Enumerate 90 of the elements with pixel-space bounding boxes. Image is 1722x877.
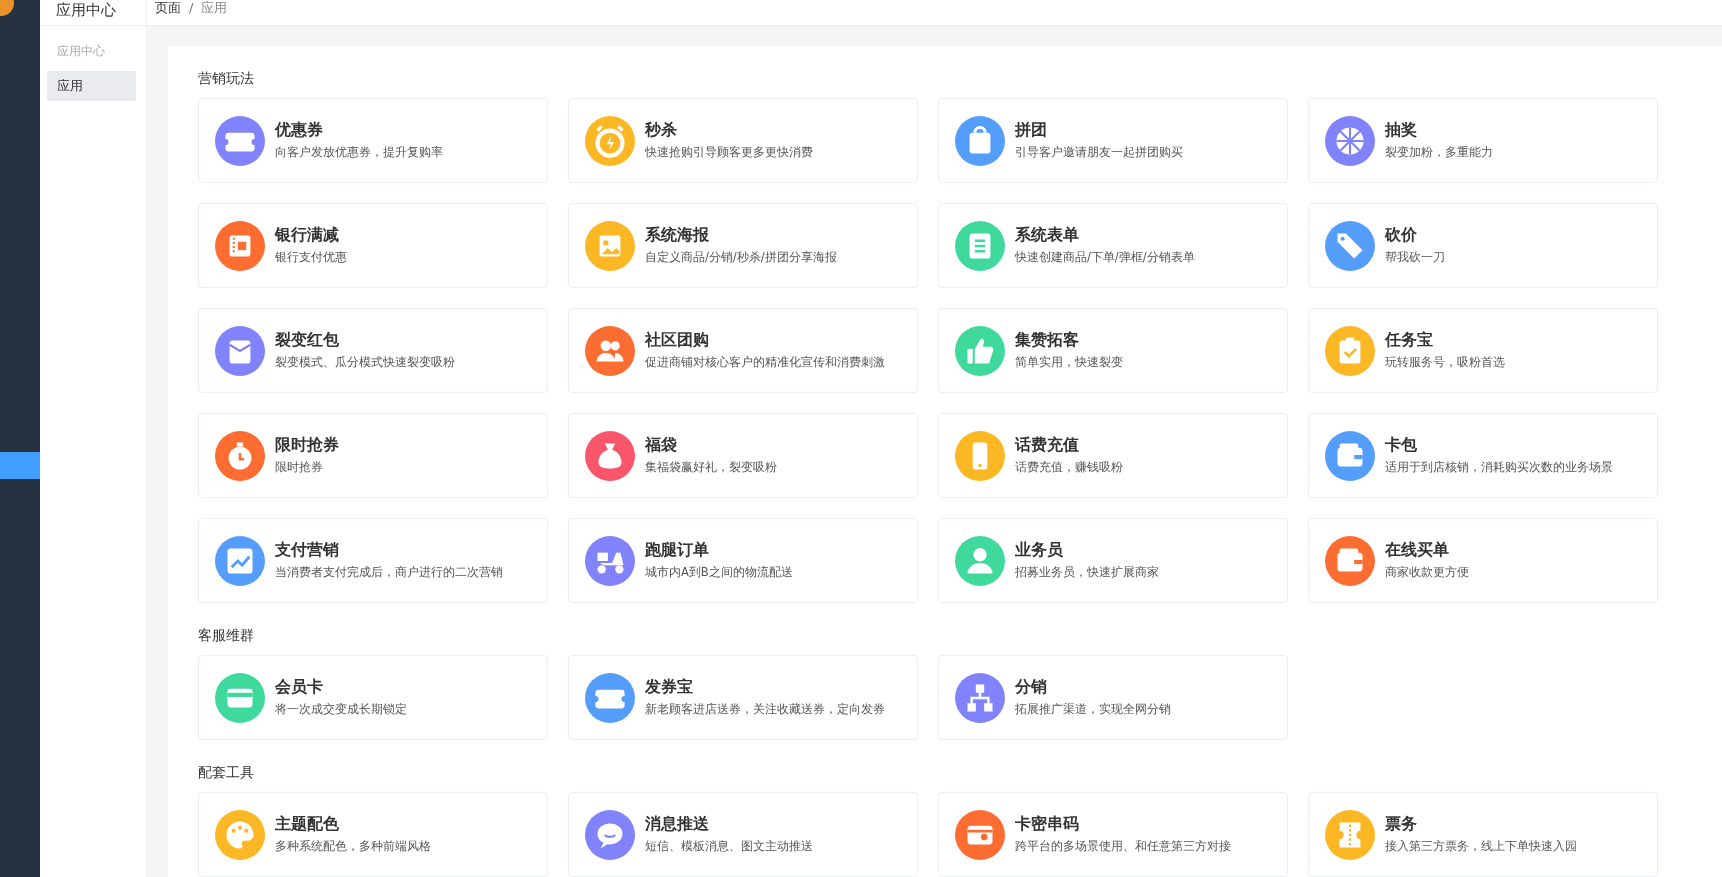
app-card[interactable]: 业务员 招募业务员，快速扩展商家 xyxy=(938,518,1288,603)
app-title: 抽奖 xyxy=(1385,119,1418,140)
app-title: 卡包 xyxy=(1385,434,1418,455)
section-heading: 配套工具 xyxy=(198,763,255,782)
app-description: 帮我砍一刀 xyxy=(1385,248,1445,266)
app-title: 任务宝 xyxy=(1385,329,1434,350)
app-title: 砍价 xyxy=(1385,224,1418,245)
app-card[interactable]: 主题配色 多种系统配色，多种前端风格 xyxy=(198,792,548,877)
app-description: 玩转服务号，吸粉首选 xyxy=(1385,353,1505,371)
app-card[interactable]: 社区团购 促进商铺对核心客户的精准化宣传和消费刺激 xyxy=(568,308,918,393)
app-title: 支付营销 xyxy=(275,539,340,560)
app-title: 拼团 xyxy=(1015,119,1048,140)
app-description: 拓展推广渠道，实现全网分销 xyxy=(1015,700,1171,718)
app-description: 话费充值，赚钱吸粉 xyxy=(1015,458,1123,476)
app-description: 自定义商品/分销/秒杀/拼团分享海报 xyxy=(645,248,837,266)
sidebar-heading: 应用中心 xyxy=(56,43,106,60)
app-description: 向客户发放优惠券，提升复购率 xyxy=(275,143,443,161)
app-title: 业务员 xyxy=(1015,539,1064,560)
app-description: 限时抢券 xyxy=(275,458,324,476)
app-title: 主题配色 xyxy=(275,813,340,834)
app-card[interactable]: 系统海报 自定义商品/分销/秒杀/拼团分享海报 xyxy=(568,203,918,288)
app-title: 卡密串码 xyxy=(1015,813,1080,834)
app-card[interactable]: 拼团 引导客户邀请朋友一起拼团购买 xyxy=(938,98,1288,183)
app-title: 限时抢券 xyxy=(275,434,339,455)
app-title: 系统海报 xyxy=(645,224,710,245)
app-card[interactable]: 卡密串码 跨平台的多场景使用、和任意第三方对接 xyxy=(938,792,1288,877)
app-title: 裂变红包 xyxy=(275,329,340,350)
app-card[interactable]: 分销 拓展推广渠道，实现全网分销 xyxy=(938,655,1288,740)
app-card[interactable]: 会员卡 将一次成交变成长期锁定 xyxy=(198,655,548,740)
app-card[interactable]: 话费充值 话费充值，赚钱吸粉 xyxy=(938,413,1288,498)
app-title: 秒杀 xyxy=(645,119,678,140)
app-card[interactable]: 优惠券 向客户发放优惠券，提升复购率 xyxy=(198,98,548,183)
app-description: 短信、模板消息、图文主动推送 xyxy=(645,837,813,855)
breadcrumb-separator: / xyxy=(189,0,194,15)
app-description: 适用于到店核销，消耗购买次数的业务场景 xyxy=(1385,458,1613,476)
app-title: 优惠券 xyxy=(275,119,324,140)
app-card[interactable]: 秒杀 快速抢购引导顾客更多更快消费 xyxy=(568,98,918,183)
app-card[interactable]: 任务宝 玩转服务号，吸粉首选 xyxy=(1308,308,1658,393)
sidebar-title: 应用中心 xyxy=(40,0,146,26)
app-description: 简单实用，快速裂变 xyxy=(1015,353,1123,371)
app-card[interactable]: 在线买单 商家收款更方便 xyxy=(1308,518,1658,603)
app-title: 分销 xyxy=(1015,676,1048,697)
app-title: 集赞拓客 xyxy=(1015,329,1080,350)
app-description: 引导客户邀请朋友一起拼团购买 xyxy=(1015,143,1183,161)
app-description: 城市内A到B之间的物流配送 xyxy=(645,563,793,581)
app-card[interactable]: 消息推送 短信、模板消息、图文主动推送 xyxy=(568,792,918,877)
app-title: 消息推送 xyxy=(645,813,710,834)
app-description: 促进商铺对核心客户的精准化宣传和消费刺激 xyxy=(645,353,885,371)
app-card[interactable]: 砍价 帮我砍一刀 xyxy=(1308,203,1658,288)
breadcrumb-link[interactable]: 应用 xyxy=(201,0,228,15)
app-card[interactable]: 抽奖 裂变加粉，多重能力 xyxy=(1308,98,1658,183)
app-card[interactable]: 集赞拓客 简单实用，快速裂变 xyxy=(938,308,1288,393)
app-description: 跨平台的多场景使用、和任意第三方对接 xyxy=(1015,837,1231,855)
app-card[interactable]: 发券宝 新老顾客进店送券，关注收藏送券，定向发券 xyxy=(568,655,918,740)
section-heading: 营销玩法 xyxy=(198,69,255,88)
app-description: 多种系统配色，多种前端风格 xyxy=(275,837,431,855)
app-description: 商家收款更方便 xyxy=(1385,563,1469,581)
section-heading: 客服维群 xyxy=(198,626,255,645)
app-title: 福袋 xyxy=(645,434,678,455)
app-title: 银行满减 xyxy=(275,224,340,245)
app-card[interactable]: 支付营销 当消费者支付完成后，商户进行的二次营销 xyxy=(198,518,548,603)
app-description: 当消费者支付完成后，商户进行的二次营销 xyxy=(275,563,503,581)
app-description: 接入第三方票务，线上下单快速入园 xyxy=(1385,837,1577,855)
app-card[interactable]: 裂变红包 裂变模式、瓜分模式快速裂变吸粉 xyxy=(198,308,548,393)
sidebar-item[interactable]: 应用 xyxy=(47,71,136,101)
app-title: 在线买单 xyxy=(1385,539,1450,560)
app-description: 集福袋赢好礼，裂变吸粉 xyxy=(645,458,777,476)
app-title: 会员卡 xyxy=(275,676,324,697)
app-card[interactable]: 票务 接入第三方票务，线上下单快速入园 xyxy=(1308,792,1658,877)
app-card[interactable]: 限时抢券 限时抢券 xyxy=(198,413,548,498)
app-description: 银行支付优惠 xyxy=(275,248,347,266)
app-description: 裂变模式、瓜分模式快速裂变吸粉 xyxy=(275,353,455,371)
app-description: 新老顾客进店送券，关注收藏送券，定向发券 xyxy=(645,700,885,718)
app-card[interactable]: 银行满减 银行支付优惠 xyxy=(198,203,548,288)
app-title: 社区团购 xyxy=(645,329,710,350)
app-card[interactable]: 福袋 集福袋赢好礼，裂变吸粉 xyxy=(568,413,918,498)
app-title: 话费充值 xyxy=(1015,434,1080,455)
app-title: 跑腿订单 xyxy=(645,539,710,560)
app-description: 招募业务员，快速扩展商家 xyxy=(1015,563,1159,581)
app-card[interactable]: 卡包 适用于到店核销，消耗购买次数的业务场景 xyxy=(1308,413,1658,498)
app-card[interactable]: 系统表单 快速创建商品/下单/弹框/分销表单 xyxy=(938,203,1288,288)
app-description: 裂变加粉，多重能力 xyxy=(1385,143,1493,161)
app-description: 快速创建商品/下单/弹框/分销表单 xyxy=(1015,248,1195,266)
app-title: 发券宝 xyxy=(645,676,694,697)
app-description: 将一次成交变成长期锁定 xyxy=(275,700,407,718)
breadcrumb-link[interactable]: 页面 xyxy=(155,0,181,15)
app-title: 票务 xyxy=(1385,813,1418,834)
app-title: 系统表单 xyxy=(1015,224,1080,245)
app-card[interactable]: 跑腿订单 城市内A到B之间的物流配送 xyxy=(568,518,918,603)
app-description: 快速抢购引导顾客更多更快消费 xyxy=(645,143,813,161)
